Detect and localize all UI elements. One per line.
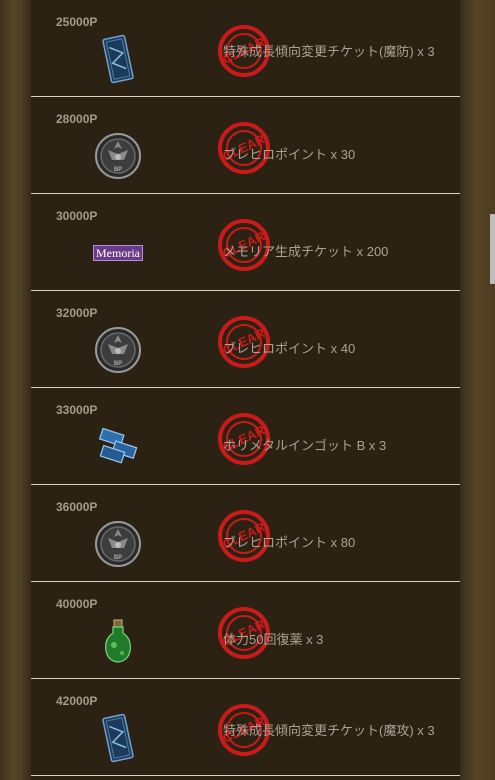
reward-text: 特殊成長傾向変更チケット(魔防) x 3 [223,44,435,59]
svg-text:BP: BP [114,555,122,561]
reward-text: 特殊成長傾向変更チケット(魔攻) x 3 [223,723,435,738]
required-points: 30000P [56,209,98,223]
reward-text: メモリア生成チケット x 200 [223,244,389,259]
bp-medal-icon: BP [93,325,143,375]
memoria-label: Memoria [93,245,143,261]
required-points: 36000P [56,500,98,514]
reward-row: 33000P CLEAR ホリメタルインゴット B x 3 [31,388,460,485]
reward-text: ホリメタルインゴット B x 3 [223,438,387,453]
required-points: 25000P [56,15,98,29]
required-points: 33000P [56,403,98,417]
blue-ticket-icon [93,34,143,84]
bp-medal-icon: BP [93,131,143,181]
reward-row: 28000P BP CLEAR ブレヒロポイント x 30 [31,97,460,194]
svg-text:BP: BP [114,167,122,173]
reward-row: 32000P BP CLEAR ブレヒロポイント x 40 [31,291,460,388]
reward-row: 40000P CLEAR 体力50回復薬 x 3 [31,582,460,679]
right-frame [460,0,495,780]
metal-ingot-icon [93,422,143,472]
reward-text: ブレヒロポイント x 30 [223,147,356,162]
reward-text: ブレヒロポイント x 80 [223,535,356,550]
memoria-badge-icon: Memoria [93,228,143,278]
bp-medal-icon: BP [93,519,143,569]
blue-ticket-icon [93,713,143,763]
green-potion-icon [93,616,143,666]
svg-text:BP: BP [114,361,122,367]
reward-text: 体力50回復薬 x 3 [223,632,324,647]
reward-row: 42000P CLEAR 特殊成長傾向変更チケット(魔攻) x 3 [31,679,460,776]
required-points: 42000P [56,694,98,708]
required-points: 40000P [56,597,98,611]
reward-row: 36000P BP CLEAR ブレヒロポイント x 80 [31,485,460,582]
reward-list: 25000P CLEAR 特殊成長傾向変更チケット(魔防) x 3 28000P [31,0,460,780]
scrollbar-thumb[interactable] [490,214,495,284]
required-points: 28000P [56,112,98,126]
reward-text: ブレヒロポイント x 40 [223,341,356,356]
reward-row: 25000P CLEAR 特殊成長傾向変更チケット(魔防) x 3 [31,0,460,97]
reward-row: 30000P Memoria CLEAR メモリア生成チケット x 200 [31,194,460,291]
required-points: 32000P [56,306,98,320]
left-frame [0,0,31,780]
